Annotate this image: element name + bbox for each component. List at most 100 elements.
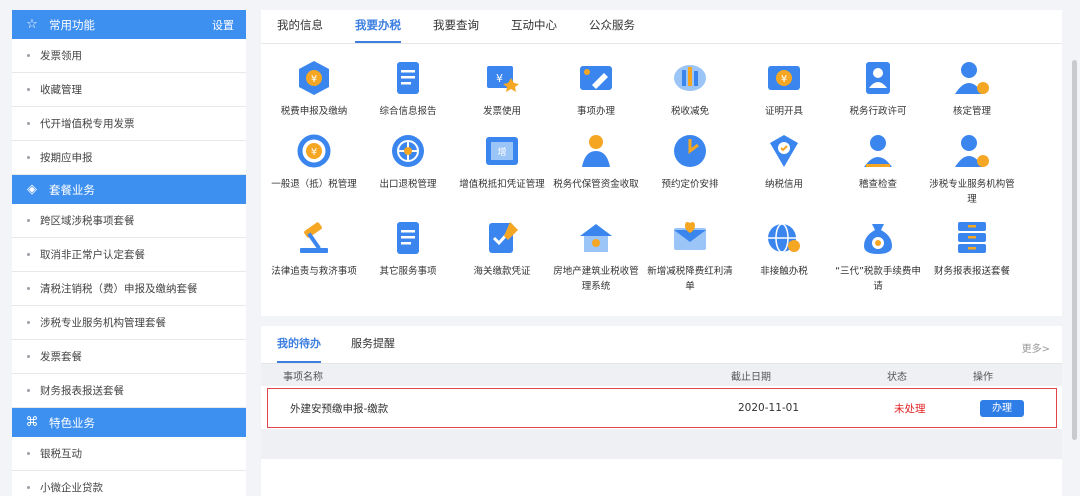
service-item[interactable]: 综合信息报告: [361, 58, 455, 119]
service-label: 财务报表报送套餐: [933, 266, 1010, 277]
sidebar-item-label: 清税注销税（费）申报及缴纳套餐: [40, 283, 198, 295]
tab-interaction[interactable]: 互动中心: [511, 9, 557, 43]
sidebar-item-package-1[interactable]: 跨区域涉税事项套餐: [12, 204, 246, 238]
admin-license-icon: [858, 58, 898, 98]
sidebar-item-label: 代开增值税专用发票: [40, 118, 135, 130]
service-label: 其它服务事项: [379, 266, 437, 277]
service-item[interactable]: 非接触办税: [737, 218, 831, 279]
service-item[interactable]: 法律追责与救济事项: [267, 218, 361, 279]
service-label: 稽查检查: [858, 179, 897, 190]
service-item[interactable]: “三代”税款手续费申请: [831, 218, 925, 294]
common-functions-header[interactable]: ☆ 常用功能 设置: [12, 10, 246, 39]
handle-button[interactable]: 办理: [980, 399, 1024, 417]
sidebar-item-label: 收藏管理: [40, 84, 82, 96]
sidebar-item-vat-invoice[interactable]: 代开增值税专用发票: [12, 107, 246, 141]
service-label: 新增减税降费红利清单: [647, 266, 733, 292]
service-item[interactable]: 财务报表报送套餐: [925, 218, 1019, 279]
service-item[interactable]: 税务代保管资金收取: [549, 131, 643, 192]
sidebar-item-label: 跨区域涉税事项套餐: [40, 215, 135, 227]
svg-text:¥: ¥: [781, 74, 787, 85]
svg-text:¥: ¥: [496, 72, 503, 85]
service-item[interactable]: 税收减免: [643, 58, 737, 119]
vat-deduction-icon: 增: [482, 131, 522, 171]
sidebar-item-package-6[interactable]: 财务报表报送套餐: [12, 374, 246, 408]
column-header-status: 状态: [887, 371, 907, 383]
sidebar-item-package-5[interactable]: 发票套餐: [12, 340, 246, 374]
service-item[interactable]: 其它服务事项: [361, 218, 455, 279]
sidebar-item-package-4[interactable]: 涉税专业服务机构管理套餐: [12, 306, 246, 340]
service-item[interactable]: ¥ 税费申报及缴纳: [267, 58, 361, 119]
other-service-icon: [388, 218, 428, 258]
tab-tax-handling[interactable]: 我要办税: [355, 9, 401, 43]
sidebar-item-package-2[interactable]: 取消非正常户认定套餐: [12, 238, 246, 272]
service-label: 事项办理: [576, 106, 615, 117]
service-label: 综合信息报告: [379, 106, 437, 117]
service-item[interactable]: 出口退税管理: [361, 131, 455, 192]
todo-status: 未处理: [894, 402, 926, 415]
tab-service-reminder[interactable]: 服务提醒: [351, 325, 395, 363]
tab-my-info[interactable]: 我的信息: [277, 9, 323, 43]
service-item[interactable]: 增增值税抵扣凭证管理: [455, 131, 549, 192]
tax-cut-list-icon: [670, 218, 710, 258]
service-item[interactable]: 新增减税降费红利清单: [643, 218, 737, 294]
service-label: 税务代保管资金收取: [553, 179, 639, 190]
settings-link[interactable]: 设置: [212, 17, 234, 33]
sidebar-item-label: 按期应申报: [40, 152, 93, 164]
service-label: 一般退（抵）税管理: [271, 179, 357, 190]
service-label: 税收减免: [670, 106, 709, 117]
service-item[interactable]: ¥ 发票使用: [455, 58, 549, 119]
todo-tabs: 我的待办 服务提醒 更多>: [261, 326, 1062, 364]
tax-refund-icon: ¥: [294, 131, 334, 171]
sidebar-item-favorites[interactable]: 收藏管理: [12, 73, 246, 107]
grid-icon: ⌘: [25, 415, 39, 430]
service-label: 法律追责与救济事项: [271, 266, 357, 277]
common-functions-title: 常用功能: [49, 17, 95, 32]
tax-credit-icon: [764, 131, 804, 171]
info-report-icon: [388, 58, 428, 98]
service-label: 非接触办税: [760, 266, 808, 277]
sidebar-item-label: 银税互动: [40, 448, 82, 460]
page-scrollbar[interactable]: [1072, 60, 1077, 440]
service-item[interactable]: 预约定价安排: [643, 131, 737, 192]
service-label: 纳税信用: [764, 179, 803, 190]
svg-text:¥: ¥: [311, 74, 317, 85]
service-item[interactable]: 涉税专业服务机构管理: [925, 131, 1019, 207]
bullet-icon: [27, 355, 30, 358]
sidebar-item-invoice-claim[interactable]: 发票领用: [12, 39, 246, 73]
bullet-icon: [27, 88, 30, 91]
more-link[interactable]: 更多>: [1022, 340, 1050, 355]
service-label: 发票使用: [482, 106, 521, 117]
service-item[interactable]: 税务行政许可: [831, 58, 925, 119]
bullet-icon: [27, 389, 30, 392]
professional-service-icon: [952, 131, 992, 171]
service-label: 涉税专业服务机构管理: [929, 179, 1015, 205]
package-services-header[interactable]: ◈ 套餐业务: [12, 175, 246, 204]
service-item[interactable]: ¥ 一般退（抵）税管理: [267, 131, 361, 192]
service-item[interactable]: 房地产建筑业税收管理系统: [549, 218, 643, 294]
service-label: 税费申报及缴纳: [280, 106, 348, 117]
tab-query[interactable]: 我要查询: [433, 9, 479, 43]
service-item[interactable]: 海关缴款凭证: [455, 218, 549, 279]
sidebar-item-sme-loan[interactable]: 小微企业贷款: [12, 471, 246, 496]
sidebar-item-periodic-filing[interactable]: 按期应申报: [12, 141, 246, 175]
svg-text:¥: ¥: [311, 147, 317, 158]
export-refund-icon: [388, 131, 428, 171]
tab-my-todo[interactable]: 我的待办: [277, 325, 321, 363]
service-item[interactable]: ¥ 证明开具: [737, 58, 831, 119]
tab-public-service[interactable]: 公众服务: [589, 9, 635, 43]
todo-deadline: 2020-11-01: [738, 402, 800, 414]
sidebar-item-bank-tax[interactable]: 银税互动: [12, 437, 246, 471]
bullet-icon: [27, 486, 30, 489]
column-header-name: 事项名称: [283, 371, 323, 383]
service-label: 房地产建筑业税收管理系统: [553, 266, 639, 292]
tax-filing-icon: ¥: [294, 58, 334, 98]
sidebar-item-label: 发票套餐: [40, 351, 82, 363]
pricing-arrangement-icon: [670, 131, 710, 171]
service-item[interactable]: 核定管理: [925, 58, 1019, 119]
cube-icon: ◈: [27, 182, 37, 197]
sidebar-item-package-3[interactable]: 清税注销税（费）申报及缴纳套餐: [12, 272, 246, 306]
special-services-header[interactable]: ⌘ 特色业务: [12, 408, 246, 437]
service-item[interactable]: 纳税信用: [737, 131, 831, 192]
service-item[interactable]: 稽查检查: [831, 131, 925, 192]
service-item[interactable]: 事项办理: [549, 58, 643, 119]
